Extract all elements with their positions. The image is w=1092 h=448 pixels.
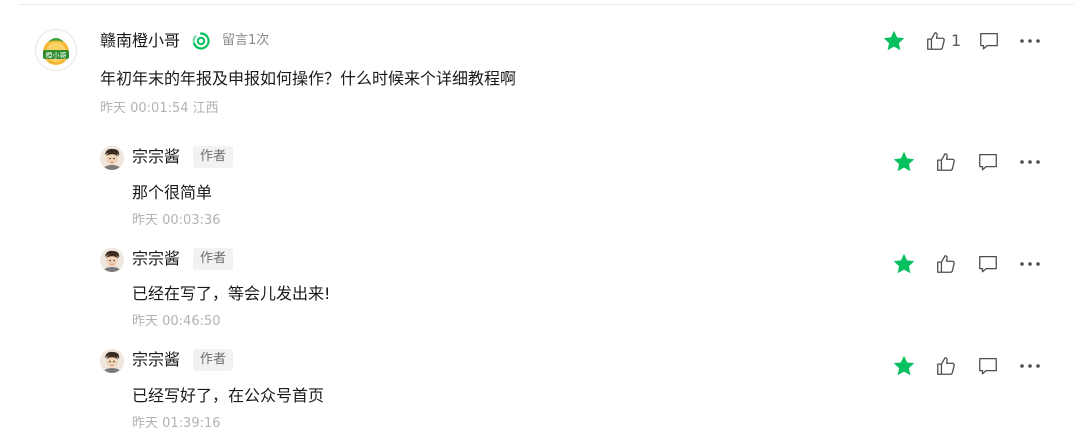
comment-icon[interactable] [976,354,1000,378]
comment-count-badge: 留言1次 [222,33,270,48]
divider [18,4,1074,5]
verified-icon [192,32,210,50]
reply-meta: 昨天 01:39:16 [132,416,221,431]
reply-meta: 昨天 00:46:50 [132,314,221,329]
reply-text: 已经在写了，等会儿发出来! [132,284,331,303]
comment-actions: 1 [880,29,1050,53]
author-tag: 作者 [193,146,234,168]
reply-text: 已经写好了，在公众号首页 [132,386,325,405]
reply-actions [890,354,1050,378]
author-tag: 作者 [193,248,234,270]
comment-icon[interactable] [977,29,1001,53]
more-icon[interactable] [1018,354,1042,378]
comment-text: 年初年末的年报及申报如何操作？什么时候来个详细教程啊 [100,69,517,88]
reply-author-name[interactable]: 宗宗酱 [132,146,180,168]
author-tag: 作者 [193,349,234,371]
reply-text: 那个很简单 [132,183,213,202]
reply-author-name[interactable]: 宗宗酱 [132,349,180,371]
avatar[interactable] [100,146,124,170]
more-icon[interactable] [1018,150,1042,174]
user-avatar-icon [100,248,124,272]
star-icon[interactable] [892,354,916,378]
avatar-logo-text: 橙小哥 [46,51,67,60]
thumbs-up-icon[interactable] [934,150,958,174]
user-avatar-icon [100,146,124,170]
orange-logo-icon: 橙小哥 [36,30,76,70]
star-icon[interactable] [892,150,916,174]
reply-actions [890,150,1050,174]
thumbs-up-icon[interactable] [934,354,958,378]
like-count: 1 [951,31,962,50]
comment-section: 橙小哥 赣南橙小哥 留言1次 年初年末的年报及申报如何操作？什么时候来个详细教程… [0,0,1092,448]
user-avatar-icon [100,349,124,373]
star-icon[interactable] [882,29,906,53]
avatar[interactable]: 橙小哥 [35,29,77,71]
reply-author-name[interactable]: 宗宗酱 [132,248,180,270]
reply-meta: 昨天 00:03:36 [132,213,221,228]
avatar[interactable] [100,349,124,373]
comment-meta: 昨天 00:01:54 江西 [100,101,219,116]
star-icon[interactable] [892,252,916,276]
more-icon[interactable] [1018,29,1042,53]
more-icon[interactable] [1018,252,1042,276]
thumbs-up-icon[interactable] [934,252,958,276]
comment-icon[interactable] [976,150,1000,174]
thumbs-up-icon[interactable] [924,29,948,53]
comment-author-name[interactable]: 赣南橙小哥 [100,30,180,52]
comment-icon[interactable] [976,252,1000,276]
reply-actions [890,252,1050,276]
avatar[interactable] [100,248,124,272]
